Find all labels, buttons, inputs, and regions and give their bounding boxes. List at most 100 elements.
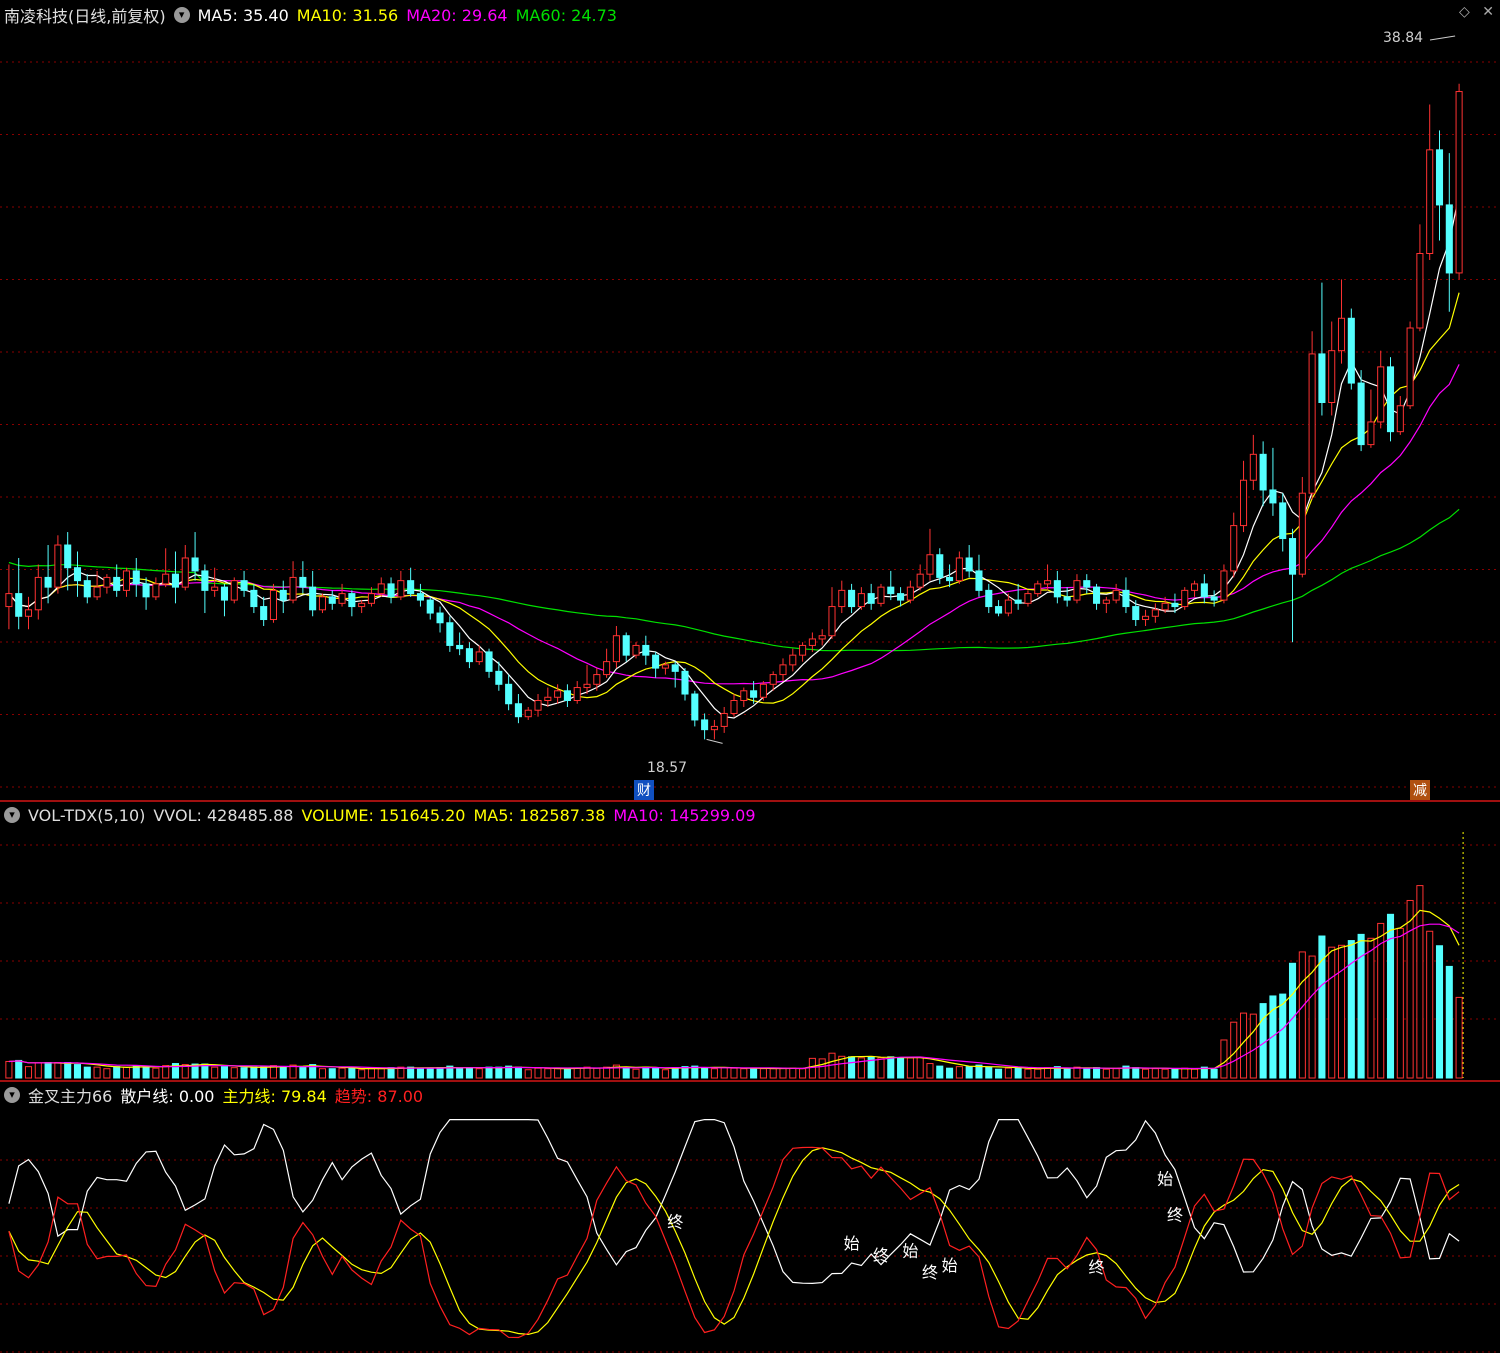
candle-up <box>338 593 346 604</box>
volume-bar <box>64 1062 72 1079</box>
candle-up <box>122 570 131 591</box>
volume-bar <box>1112 1068 1120 1079</box>
candle-up <box>838 589 846 608</box>
candle-up <box>808 638 816 646</box>
volume-chart[interactable] <box>0 800 1500 1080</box>
volume-bar <box>593 1067 601 1079</box>
volume-bar <box>720 1067 728 1079</box>
volume-bar <box>946 1067 954 1079</box>
volume-bar <box>926 1063 934 1079</box>
volume-bar <box>377 1068 385 1079</box>
candle-down <box>897 593 905 601</box>
candle-up <box>475 651 483 663</box>
candle-down <box>1200 583 1208 598</box>
candle-up <box>269 589 278 621</box>
candle-up <box>1406 327 1414 407</box>
volume-bar <box>1151 1068 1159 1079</box>
volume-bar <box>750 1067 758 1079</box>
chevron-down-icon[interactable]: ▾ <box>4 807 20 823</box>
candle-down <box>220 586 229 601</box>
volume-panel[interactable]: ▾ VOL-TDX(5,10) VVOL: 428485.88 VOLUME: … <box>0 800 1500 1080</box>
candle-down <box>407 580 415 595</box>
candle-down <box>446 622 454 646</box>
stock-title[interactable]: 南凌科技(日线,前复权) <box>4 3 166 27</box>
candle-up <box>318 596 326 611</box>
candle-up <box>1024 593 1032 604</box>
volume-bar <box>573 1067 581 1079</box>
candle-down <box>1171 602 1179 608</box>
finance-badge[interactable]: 财 <box>634 780 654 800</box>
high-price-label: 38.84 <box>1383 30 1424 46</box>
candle-down <box>1083 580 1091 588</box>
volume-bar <box>1171 1068 1179 1079</box>
candle-up <box>1455 91 1463 274</box>
candle-down <box>1063 596 1071 601</box>
candle-up <box>1161 602 1169 611</box>
volume-bar <box>632 1068 640 1079</box>
close-icon[interactable]: ✕ <box>1482 4 1494 20</box>
volume-bar <box>348 1067 356 1079</box>
candle-down <box>1269 489 1277 504</box>
volume-bar <box>1337 944 1346 1079</box>
candle-up <box>1367 421 1375 446</box>
volume-title[interactable]: VOL-TDX(5,10) <box>28 806 145 825</box>
volume-bar <box>279 1066 287 1079</box>
volume-bar <box>534 1067 542 1079</box>
volume-bar <box>416 1067 424 1079</box>
volume-bar <box>54 1062 62 1079</box>
volume-bar <box>1318 935 1326 1079</box>
volume-bar <box>113 1066 121 1079</box>
candle-up <box>730 700 738 714</box>
volume-bar <box>936 1065 944 1079</box>
signal-marker: 终 <box>667 1213 683 1232</box>
candle-down <box>191 557 199 572</box>
chevron-down-icon[interactable]: ▾ <box>173 7 190 23</box>
candle-up <box>789 654 797 666</box>
candle-down <box>1014 599 1022 604</box>
volume-bar <box>563 1067 571 1079</box>
volume-bar <box>1367 937 1375 1079</box>
chevron-down-icon[interactable]: ▾ <box>4 1087 20 1103</box>
candle-down <box>132 570 140 585</box>
indicator-panel[interactable]: 终始终始终始终始终 ▾ 金叉主力66 散户线: 0.00 主力线: 79.84 … <box>0 1080 1500 1353</box>
volume-bar <box>1073 1066 1081 1079</box>
candle-up <box>926 554 934 575</box>
reduce-badge[interactable]: 减 <box>1410 780 1430 800</box>
volume-bar <box>1063 1068 1071 1079</box>
indicator-title[interactable]: 金叉主力66 <box>28 1083 112 1107</box>
candle-up <box>955 557 963 582</box>
signal-marker: 终 <box>1167 1205 1183 1224</box>
candle-up <box>544 696 552 701</box>
trend-line <box>8 1146 1460 1339</box>
candle-down <box>64 544 72 569</box>
candle-up <box>1308 353 1316 494</box>
candle-down <box>15 593 23 617</box>
indicator-chart[interactable]: 终始终 始终始终始终 <box>0 1080 1500 1353</box>
candle-up <box>818 635 826 640</box>
ma5-line <box>8 194 1460 719</box>
diamond-icon[interactable]: ◇ <box>1459 4 1470 20</box>
volume-bar <box>367 1068 375 1079</box>
price-panel[interactable]: 南凌科技(日线,前复权) ▾ MA5: 35.40 MA10: 31.56 MA… <box>0 0 1500 800</box>
volume-bar <box>1426 930 1434 1079</box>
candle-down <box>83 580 91 598</box>
candle-down <box>456 644 464 650</box>
candle-down <box>113 576 121 591</box>
price-chart[interactable] <box>0 0 1500 800</box>
candle-down <box>1357 382 1365 446</box>
volume-bar <box>328 1068 336 1079</box>
high-arrow <box>1429 35 1456 41</box>
volume-bar <box>495 1066 503 1079</box>
candle-up <box>632 644 640 656</box>
candle-down <box>1053 580 1061 598</box>
volume-bar <box>1249 1013 1257 1079</box>
volume-bar <box>701 1067 709 1079</box>
indicator-header: ▾ 金叉主力66 散户线: 0.00 主力线: 79.84 趋势: 87.00 <box>4 1084 431 1106</box>
candle-down <box>1318 353 1326 404</box>
legend-vol-ma5: MA5: 182587.38 <box>473 805 606 825</box>
volume-bar <box>603 1066 611 1079</box>
candle-up <box>1328 350 1336 404</box>
volume-bar <box>162 1065 170 1079</box>
legend-ma20: MA20: 29.64 <box>406 5 508 25</box>
candle-down <box>936 554 944 578</box>
